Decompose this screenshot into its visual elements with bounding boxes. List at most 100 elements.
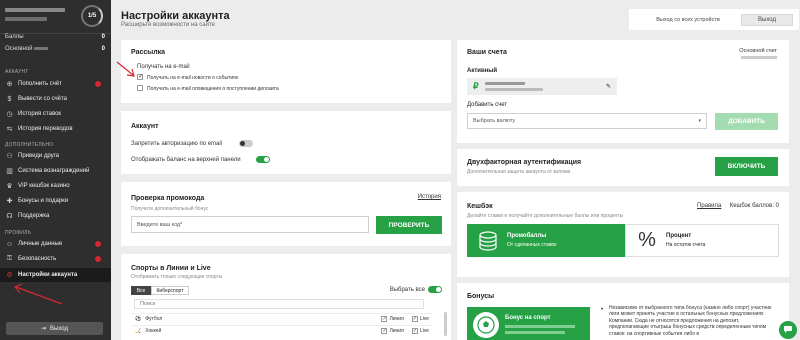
sports-card: Спорты в Линии и Live Отображать только … xyxy=(121,254,451,340)
sidebar-item-label: Поддержка xyxy=(18,213,50,219)
sidebar-item-bonuses[interactable]: ✚ Бонусы и подарки xyxy=(0,194,111,208)
chat-icon xyxy=(783,324,793,336)
cashback-tile-percent[interactable]: % Процент На остаток счета xyxy=(625,224,779,257)
currency-select[interactable]: Выбрать валюту ▾ xyxy=(467,113,707,129)
twofa-enable-button[interactable]: ВКЛЮЧИТЬ xyxy=(715,157,778,176)
tab-esports[interactable]: Киберспорт xyxy=(151,286,189,295)
select-all-label: Выбрать все xyxy=(389,287,425,293)
alert-dot xyxy=(95,256,101,262)
sport-bonus-blurred-2 xyxy=(505,331,565,334)
promo-subtitle: Получите дополнительный бонус xyxy=(131,206,209,212)
sports-tabs: Все Киберспорт xyxy=(131,286,189,295)
checkbox-line[interactable]: ✓ xyxy=(381,316,388,322)
sports-scrollbar[interactable] xyxy=(444,312,447,336)
mailing-title: Рассылка xyxy=(131,49,166,56)
sidebar-item-label: Безопасность xyxy=(18,256,57,262)
main-content: Настройки аккаунта Расширьте возможности… xyxy=(111,0,800,340)
promo-card: Проверка промокода История Получите допо… xyxy=(121,182,451,246)
toggle-email-login-label: Запретить авторизацию по email xyxy=(131,141,223,147)
add-account-button[interactable]: ДОБАВИТЬ xyxy=(715,113,778,130)
toggle-balance-label: Отображать баланс на верхней панели xyxy=(131,157,241,163)
page-title: Настройки аккаунта xyxy=(121,10,230,22)
sidebar-item-label: История ставок xyxy=(18,111,62,117)
sport-row-football[interactable]: ⚽ Футбол ✓ Линия ✓ Live xyxy=(131,313,433,324)
toggle-select-all[interactable] xyxy=(428,286,442,293)
sidebar-item-label: Пополнить счёт xyxy=(18,81,62,87)
sidebar-item-withdraw[interactable]: $ Вывести со счёта xyxy=(0,92,111,106)
alert-dot xyxy=(95,241,101,247)
gift-icon: ✚ xyxy=(6,198,13,205)
twofa-subtitle: Дополнительная защита аккаунта от взлома xyxy=(467,169,571,175)
chevron-down-icon: ▾ xyxy=(698,118,701,124)
sidebar-item-transfer-history[interactable]: ⇆ История переводов xyxy=(0,122,111,136)
sports-subtitle: Отображать только следующие спорты xyxy=(131,274,223,280)
checkbox-live[interactable]: ✓ xyxy=(411,316,418,322)
sport-name: Футбол xyxy=(145,316,163,322)
add-account-label: Добавить счет xyxy=(467,102,508,108)
sports-title: Спорты в Линии и Live xyxy=(131,265,211,272)
cashback-tile-promopoints[interactable]: Промобаллы От сделанных ставок xyxy=(467,224,625,257)
football-icon: ⚽ xyxy=(135,316,142,322)
promo-check-button[interactable]: ПРОВЕРИТЬ xyxy=(376,216,442,234)
cashback-card: Кешбэк Правила Кешбэк баллов: 0 Делайте … xyxy=(457,192,789,277)
hockey-icon: 🏒 xyxy=(135,328,142,334)
logout-button[interactable]: ⇥ Выход xyxy=(6,322,103,335)
toggle-email-login[interactable] xyxy=(239,140,253,147)
balance-label: Основной xyxy=(5,46,33,52)
accounts-title: Ваши счета xyxy=(467,49,507,56)
checkbox-deposit[interactable] xyxy=(137,85,143,91)
alert-dot xyxy=(95,81,101,87)
tile-text: От сделанных ставок xyxy=(507,242,557,248)
mailing-card: Рассылка Получать на e-mail ✓ Получать н… xyxy=(121,40,451,103)
sidebar-item-deposit[interactable]: ⊕ Пополнить счёт xyxy=(0,77,111,91)
active-label: Активный xyxy=(467,68,498,74)
active-account-row[interactable]: ₽ ✎ xyxy=(467,78,617,95)
sidebar-item-security[interactable]: ⚿ Безопасность xyxy=(0,252,111,266)
sports-search-input[interactable]: Поиск xyxy=(134,299,424,309)
live-label: Live xyxy=(419,316,429,322)
promo-code-input[interactable]: Введите ваш код* xyxy=(131,216,369,233)
sport-row-hockey[interactable]: 🏒 Хоккей ✓ Линия ✓ Live xyxy=(131,325,433,336)
edit-icon[interactable]: ✎ xyxy=(606,83,611,90)
toggle-balance[interactable] xyxy=(256,156,270,163)
checkbox-news-label: Получать на e-mail новости о событиях xyxy=(147,75,239,81)
bonuses-card: Бонусы Бонус на спорт • Независимо от вы… xyxy=(457,283,789,340)
cashback-rules-link[interactable]: Правила xyxy=(697,203,721,209)
cashback-subtitle: Делайте ставки и получайте дополнительны… xyxy=(467,213,624,219)
promo-history-link[interactable]: История xyxy=(418,194,441,200)
level-badge[interactable]: 1/5 xyxy=(81,5,103,27)
account-card: Аккаунт Запретить авторизацию по email О… xyxy=(121,111,451,174)
settings-icon: ⚙ xyxy=(6,272,13,279)
user-icon: ☺ xyxy=(5,240,14,248)
plus-circle-icon: ⊕ xyxy=(6,81,13,88)
line-label: Линия xyxy=(389,316,404,322)
checkbox-news[interactable]: ✓ xyxy=(137,74,143,80)
user-id-blurred xyxy=(5,17,47,21)
balance-row-main: Основной 0 xyxy=(5,46,105,55)
sidebar-item-bet-history[interactable]: ◷ История ставок xyxy=(0,107,111,121)
ball-icon xyxy=(473,312,499,338)
mailing-email-label: Получать на e-mail xyxy=(137,64,190,70)
sidebar-item-label: VIP кешбэк казино xyxy=(18,183,70,189)
sidebar-item-rewards[interactable]: ▥ Система вознаграждений xyxy=(0,164,111,178)
sidebar-item-account-settings[interactable]: ⚙ Настройки аккаунта xyxy=(0,268,111,282)
main-account-label: Основной счет xyxy=(739,48,777,54)
ruble-icon: ₽ xyxy=(473,81,479,91)
exit-all-button[interactable]: Выход xyxy=(741,13,793,26)
sidebar-item-support[interactable]: ☊ Поддержка xyxy=(0,209,111,223)
sidebar-item-vip-cashback[interactable]: ♛ VIP кешбэк казино xyxy=(0,179,111,193)
users-icon: ⚇ xyxy=(6,153,13,160)
checkbox-live[interactable]: ✓ xyxy=(411,328,418,334)
currency-select-value: Выбрать валюту xyxy=(473,118,516,124)
checkbox-deposit-label: Получать на e-mail оповещения о поступле… xyxy=(147,86,279,92)
sidebar: 1/5 Баллы 0 Основной 0 АККАУНТ ⊕ Пополни… xyxy=(0,0,111,340)
balance-value: 0 xyxy=(101,34,105,40)
line-label: Линия xyxy=(389,328,404,334)
tab-all[interactable]: Все xyxy=(131,286,151,295)
checkbox-line[interactable]: ✓ xyxy=(381,328,388,334)
sport-bonus-tile[interactable]: Бонус на спорт xyxy=(467,307,590,340)
sidebar-item-personal-data[interactable]: ☺ Личные данные xyxy=(0,237,111,251)
chat-button[interactable] xyxy=(779,321,797,339)
sport-name: Хоккей xyxy=(145,328,162,334)
sidebar-item-referral[interactable]: ⚇ Приведи друга xyxy=(0,149,111,163)
